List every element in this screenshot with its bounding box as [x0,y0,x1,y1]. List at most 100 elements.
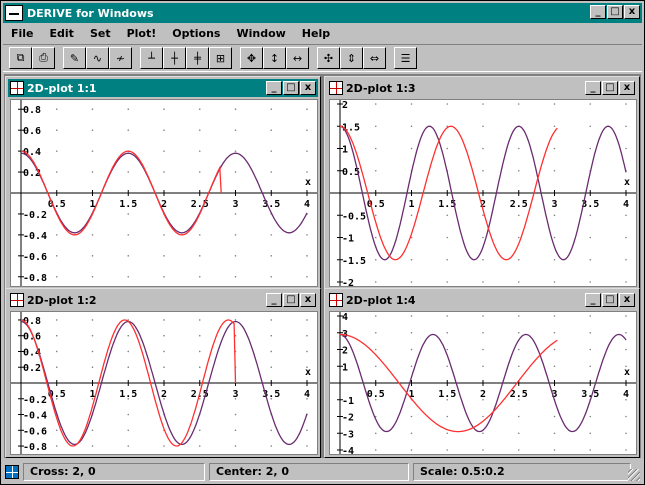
resize-grip-icon[interactable] [628,469,640,481]
minimize-button[interactable]: _ [590,5,606,19]
plot-minimize-button[interactable]: _ [585,81,601,95]
grid-dot [163,334,165,337]
plot-window-1-4[interactable]: 2D-plot 1:4 _ □ x 0.5 1 1.5 2 2.5 3 3.5 4 4 3 2 1 -1 -2 -3… [324,288,640,458]
grid-dot [517,432,520,435]
app-titlebar[interactable]: DERIVE for Windows _ □ x [3,3,642,23]
crosshair-button[interactable]: ┼ [163,47,186,69]
grid-dot [198,171,201,173]
grid-dot [517,348,520,351]
x-tick-label: 2 [480,389,486,400]
y-tick-label: 0.2 [23,363,41,374]
grid-dot [306,429,308,432]
grid-dot [589,331,592,334]
grid-dot [163,255,165,257]
plot-titlebar[interactable]: 2D-plot 1:4 _ □ x [327,291,637,309]
toolbar-group: ☰ [394,47,417,69]
toolbar: ⧉ ⎙ ✎ ∿ ≁ ┴ ┼ ╪ ⊞ ✥ ↕ ↔ ✣ ⇕ ⇔ ☰ [3,44,642,72]
plot-minimize-button[interactable]: _ [266,81,282,95]
plot-close-button[interactable]: x [619,293,635,307]
plot-minimize-button[interactable]: _ [585,293,601,307]
plot-minimize-button[interactable]: _ [266,293,282,307]
center-icon: ⊞ [215,51,226,65]
y-tick-label: 2 [342,346,348,357]
plot-window-1-1[interactable]: 2D-plot 1:1 _ □ x 0.5 1 1.5 2 2.5 3 3.5 4 0.8 0.6 0.4 0… [5,76,321,290]
plot-titlebar[interactable]: 2D-plot 1:3 _ □ x [327,79,637,97]
grid-dot [553,236,556,239]
grid-button[interactable]: ╪ [186,47,209,69]
plot-titlebar[interactable]: 2D-plot 1:2 _ □ x [8,291,318,309]
plot-close-button[interactable]: x [619,81,635,95]
print-icon: ⎙ [39,51,48,64]
plot-maximize-button[interactable]: □ [602,293,618,307]
y-tick-label: -2 [342,413,354,424]
plot-window-icon[interactable] [329,293,343,307]
grid-dot [482,415,484,418]
plot-close-button[interactable]: x [300,81,316,95]
plot-maximize-button[interactable]: □ [283,293,299,307]
grid-dot [234,429,237,432]
zoom-in-both-icon: ✥ [246,51,257,65]
grid-dot [410,281,413,283]
erase-curve-button[interactable]: ≁ [109,47,132,69]
grid-dot [198,275,201,278]
grid-icon: ╪ [194,51,201,65]
grid-dot [374,236,377,239]
plot-titlebar[interactable]: 2D-plot 1:1 _ □ x [8,79,318,97]
menu-plot[interactable]: Plot! [119,27,165,40]
toolbar-group: ✣ ⇕ ⇔ [317,47,386,69]
grid-dot [198,129,201,131]
zoom-in-both-button[interactable]: ✥ [240,47,263,69]
y-tick-label: -0.8 [23,273,47,284]
menu-help[interactable]: Help [294,27,338,40]
maximize-button[interactable]: □ [607,5,623,19]
menu-options[interactable]: Options [164,27,228,40]
x-tick-label: 3 [232,199,238,210]
plot-canvas[interactable]: 0.5 1 1.5 2 2.5 3 3.5 4 4 3 2 1 -1 -2 -3 -4 x [329,311,637,457]
system-menu-icon[interactable] [5,5,23,21]
grid-dot [234,108,237,111]
algebra-window-button[interactable]: ☰ [394,47,417,69]
grid-dot [625,331,627,334]
grid-dot [410,125,413,128]
grid-dot [553,348,556,351]
zoom-in-vertical-button[interactable]: ↕ [263,47,286,69]
menu-file[interactable]: File [3,27,42,40]
grid-dot [446,331,449,334]
grid-dot [625,449,627,451]
menu-set[interactable]: Set [82,27,119,40]
grid-dot [55,445,58,447]
close-button[interactable]: x [624,5,640,19]
grid-dot [55,334,58,337]
menu-window[interactable]: Window [228,27,293,40]
axes-button[interactable]: ┴ [140,47,163,69]
plot-caption-buttons: _ □ x [585,81,635,95]
plot-window-1-2[interactable]: 2D-plot 1:2 _ □ x 0.5 1 1.5 2 2.5 3 3.5 4 0.8 0.6 0.4 0… [5,288,321,458]
grid-dot [306,129,308,131]
draw-pen-button[interactable]: ✎ [63,47,86,69]
plot-maximize-button[interactable]: □ [602,81,618,95]
plot-canvas[interactable]: 0.5 1 1.5 2 2.5 3 3.5 4 2 1.5 1 0.5 -0.5 -1 -1.5 -2 x [329,99,637,289]
grid-dot [55,366,58,369]
y-tick-label: -0.4 [23,231,47,242]
plot-window-icon[interactable] [329,81,343,95]
grid-dot [270,234,273,236]
plot-window-1-3[interactable]: 2D-plot 1:3 _ □ x 0.5 1 1.5 2 2.5 3 3.5 4 2 1.5 1 0.5 -0… [324,76,640,290]
plot-maximize-button[interactable]: □ [283,81,299,95]
print-button[interactable]: ⎙ [32,47,55,69]
plot-window-icon[interactable] [10,81,24,95]
menu-edit[interactable]: Edit [42,27,82,40]
grid-dot [55,129,58,131]
plot-canvas[interactable]: 0.5 1 1.5 2 2.5 3 3.5 4 0.8 0.6 0.4 0.2 -0.2 -0.4 -0.6… [10,311,318,455]
plot-window-icon[interactable] [10,293,24,307]
center-button[interactable]: ⊞ [209,47,232,69]
zoom-out-vertical-button[interactable]: ⇕ [340,47,363,69]
grid-dot [91,171,94,173]
copy-button[interactable]: ⧉ [9,47,32,69]
zoom-out-both-button[interactable]: ✣ [317,47,340,69]
zoom-out-horizontal-button[interactable]: ⇔ [363,47,386,69]
plot-curve-button[interactable]: ∿ [86,47,109,69]
zoom-in-horizontal-button[interactable]: ↔ [286,47,309,69]
plot-close-button[interactable]: x [300,293,316,307]
plot-canvas[interactable]: 0.5 1 1.5 2 2.5 3 3.5 4 0.8 0.6 0.4 0.2 -0.2 -0.4 -0.6… [10,99,318,287]
toolbar-group: ┴ ┼ ╪ ⊞ [140,47,232,69]
